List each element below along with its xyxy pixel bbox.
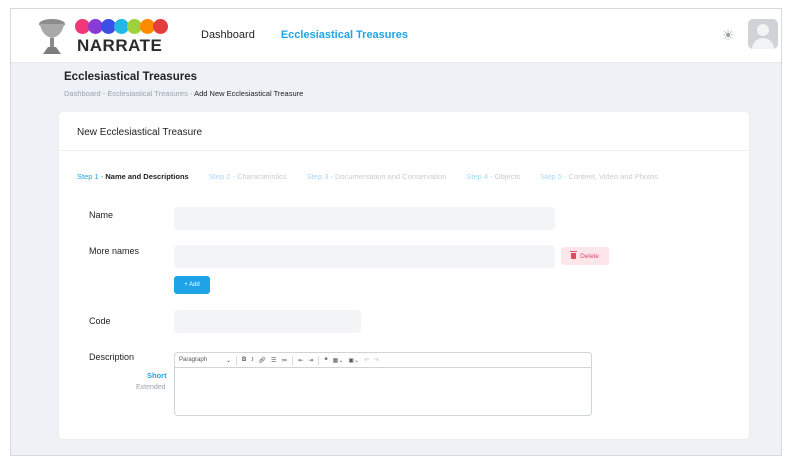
name-label: Name <box>89 210 114 220</box>
nav-dashboard[interactable]: Dashboard <box>201 29 255 41</box>
breadcrumb-dashboard[interactable]: Dashboard <box>64 89 101 98</box>
app-window: NARRATE Dashboard Ecclesiastical Treasur… <box>10 8 782 456</box>
step-1[interactable]: Step 1 - Name and Descriptions <box>77 172 189 181</box>
narrate-logo[interactable]: NARRATE <box>37 16 168 58</box>
editor-toolbar: Paragraph ⌄ B I 🔗︎ ☰ ≔ ⇤ ⇥ ❝ ▦⌄ ▣⌄ ↶ ↷ <box>175 353 591 368</box>
top-navigation-bar: NARRATE Dashboard Ecclesiastical Treasur… <box>11 9 781 63</box>
trash-icon <box>570 251 578 259</box>
undo-icon[interactable]: ↶ <box>364 357 369 364</box>
step-3[interactable]: Step 3 - Documentation and Conservation <box>307 172 447 181</box>
toolbar-divider <box>318 355 320 365</box>
italic-icon[interactable]: I <box>251 357 253 363</box>
page-title: Ecclesiastical Treasures <box>64 71 197 83</box>
user-avatar-icon[interactable] <box>748 19 778 49</box>
step-5[interactable]: Step 5 - Content, Video and Photos <box>540 172 658 181</box>
breadcrumb-current: Add New Ecclesiastical Treasure <box>194 89 304 98</box>
delete-button[interactable]: Delete <box>561 247 609 265</box>
add-name-button[interactable]: + Add <box>174 276 210 294</box>
description-label: Description <box>89 352 135 362</box>
table-icon[interactable]: ▦⌄ <box>333 357 344 364</box>
avatar-head <box>757 24 769 36</box>
breadcrumb: Dashboard - Ecclesiastical Treasures - A… <box>64 89 303 98</box>
form-card: New Ecclesiastical Treasure Step 1 - Nam… <box>59 112 749 439</box>
bold-icon[interactable]: B <box>242 357 246 363</box>
more-names-label: More names <box>89 246 140 256</box>
brand-name: NARRATE <box>77 36 163 55</box>
avatar-body <box>752 38 774 49</box>
blockquote-icon[interactable]: ❝ <box>324 357 327 364</box>
logo-color-dots <box>75 19 168 35</box>
step-2[interactable]: Step 2 - Characteristics <box>209 172 287 181</box>
name-field[interactable] <box>174 207 555 230</box>
toolbar-divider <box>292 355 294 365</box>
logo-dot <box>153 19 168 34</box>
indent-increase-icon[interactable]: ⇥ <box>308 357 313 364</box>
nav-ecclesiastical-treasures[interactable]: Ecclesiastical Treasures <box>281 29 408 41</box>
description-mode-extended[interactable]: Extended <box>136 384 166 391</box>
breadcrumb-treasures[interactable]: Ecclesiastical Treasures <box>107 89 187 98</box>
redo-icon[interactable]: ↷ <box>374 357 379 364</box>
delete-label: Delete <box>580 252 599 260</box>
main-nav: Dashboard Ecclesiastical Treasures <box>201 29 408 41</box>
bullet-list-icon[interactable]: ☰ <box>271 357 276 364</box>
chevron-down-icon: ⌄ <box>225 357 231 364</box>
wizard-steps: Step 1 - Name and Descriptions Step 2 - … <box>77 172 658 181</box>
description-mode-short[interactable]: Short <box>147 371 167 380</box>
more-names-field[interactable] <box>174 245 555 268</box>
chalice-logo-icon <box>39 19 65 54</box>
link-icon[interactable]: 🔗︎ <box>258 357 266 364</box>
step-4[interactable]: Step 4 - Objects <box>466 172 520 181</box>
media-icon[interactable]: ▣⌄ <box>348 357 359 364</box>
divider <box>59 150 749 151</box>
numbered-list-icon[interactable]: ≔ <box>281 357 287 364</box>
indent-decrease-icon[interactable]: ⇤ <box>298 357 303 364</box>
paragraph-format-select[interactable]: Paragraph ⌄ <box>179 357 231 364</box>
card-title: New Ecclesiastical Treasure <box>77 127 203 138</box>
rich-text-editor[interactable]: Paragraph ⌄ B I 🔗︎ ☰ ≔ ⇤ ⇥ ❝ ▦⌄ ▣⌄ ↶ ↷ <box>174 352 592 416</box>
code-label: Code <box>89 316 111 326</box>
code-field[interactable] <box>174 310 361 333</box>
toolbar-divider <box>236 355 237 365</box>
sun-icon[interactable]: ☀ <box>720 27 736 43</box>
